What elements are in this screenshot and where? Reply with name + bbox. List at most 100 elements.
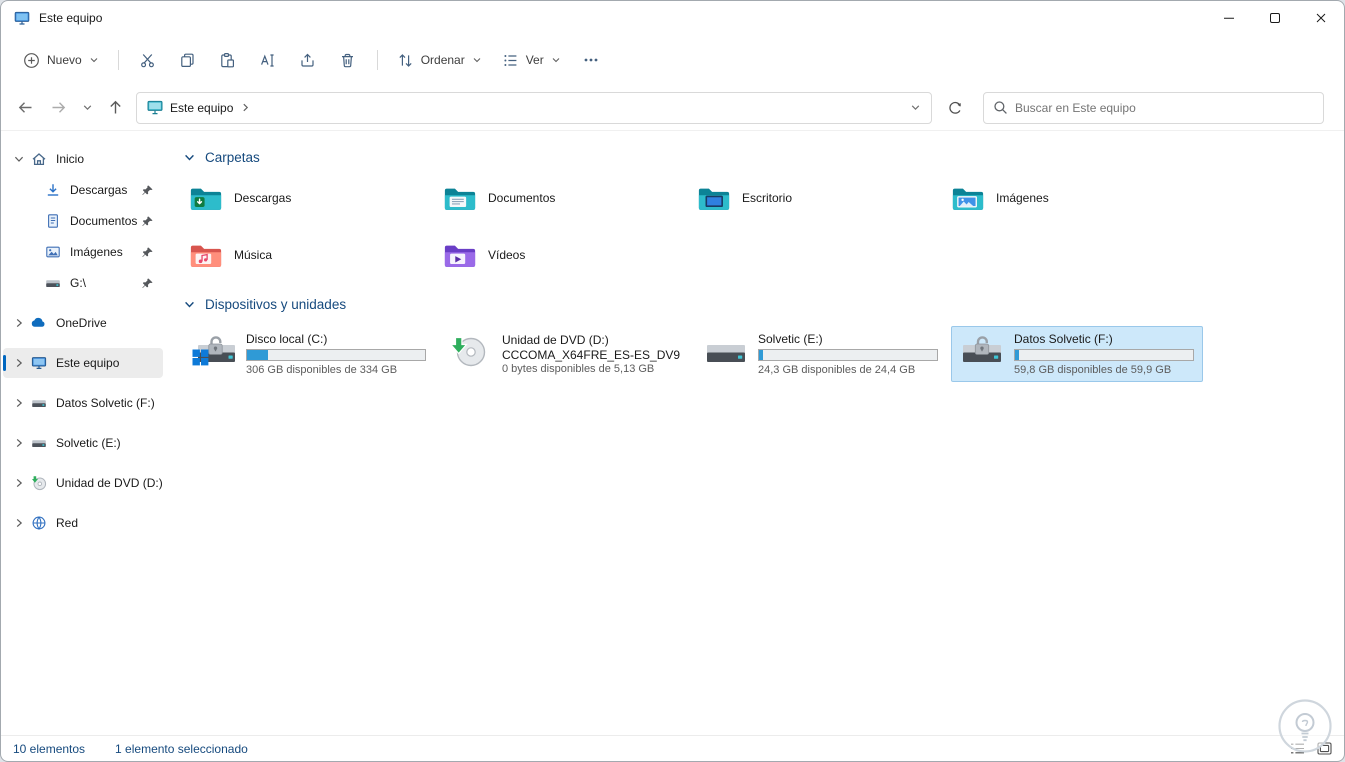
drive-volume-label: CCCOMA_X64FRE_ES-ES_DV9: [502, 348, 681, 362]
address-dropdown-chevron-icon[interactable]: [910, 102, 921, 113]
selected-count: 1 elemento seleccionado: [115, 741, 248, 756]
status-bar: 10 elementos 1 elemento seleccionado: [1, 735, 1344, 761]
folder-tile-documentos[interactable]: Documentos: [437, 179, 691, 217]
explorer-body: Inicio Descargas Documentos Imágenes G:\…: [1, 131, 1344, 735]
view-icon: [502, 52, 519, 69]
drive-tile-e[interactable]: Solvetic (E:) 24,3 GB disponibles de 24,…: [695, 326, 947, 382]
view-button[interactable]: Ver: [492, 43, 571, 77]
sidebar-item-descargas[interactable]: Descargas: [3, 175, 163, 205]
chevron-right-icon[interactable]: [9, 437, 29, 449]
videos-folder-icon: [443, 241, 477, 270]
sort-icon: [397, 52, 414, 69]
forward-button[interactable]: [42, 93, 75, 123]
chevron-right-icon[interactable]: [9, 517, 29, 529]
minimize-button[interactable]: [1206, 1, 1252, 35]
folder-tile-videos[interactable]: Vídeos: [437, 236, 691, 274]
copy-button[interactable]: [168, 43, 208, 77]
drive-name: Disco local (C:): [246, 332, 328, 346]
sidebar-item-este-equipo[interactable]: Este equipo: [3, 348, 163, 378]
back-icon: [18, 102, 32, 113]
chevron-right-icon[interactable]: [9, 397, 29, 409]
sidebar-item-imagenes[interactable]: Imágenes: [3, 237, 163, 267]
sidebar-item-label: Descargas: [70, 183, 128, 197]
pin-icon[interactable]: [141, 184, 154, 197]
folders-section-header[interactable]: Carpetas: [183, 145, 1344, 169]
sidebar-item-datos-solvetic-f[interactable]: Datos Solvetic (F:): [3, 388, 163, 418]
large-icons-view-toggle[interactable]: [1317, 742, 1332, 755]
file-list-area: Carpetas Descargas Documentos Escritorio…: [169, 131, 1344, 735]
downloads-icon: [43, 182, 62, 199]
recent-locations-button[interactable]: [75, 93, 99, 123]
folder-tile-imagenes[interactable]: Imágenes: [945, 179, 1199, 217]
chevron-right-icon[interactable]: [9, 357, 29, 369]
section-chevron-down-icon[interactable]: [183, 151, 196, 164]
window-controls: [1206, 1, 1344, 35]
home-icon: [29, 151, 48, 168]
sort-button[interactable]: Ordenar: [387, 43, 492, 77]
folder-tile-escritorio[interactable]: Escritorio: [691, 179, 945, 217]
sidebar-item-inicio[interactable]: Inicio: [3, 144, 163, 174]
rename-button[interactable]: [248, 43, 288, 77]
drive-name: Datos Solvetic (F:): [1014, 332, 1113, 346]
folder-tile-descargas[interactable]: Descargas: [183, 179, 437, 217]
documents-folder-icon: [443, 184, 477, 213]
drive-tile-c[interactable]: Disco local (C:) 306 GB disponibles de 3…: [183, 326, 435, 382]
sidebar-item-onedrive[interactable]: OneDrive: [3, 308, 163, 338]
chevron-down-icon[interactable]: [9, 153, 29, 165]
drive-free-space: 0 bytes disponibles de 5,13 GB: [502, 363, 655, 375]
up-button[interactable]: [99, 93, 132, 123]
devices-section-title: Dispositivos y unidades: [205, 296, 347, 312]
breadcrumb-segment[interactable]: Este equipo: [170, 101, 233, 115]
paste-button[interactable]: [208, 43, 248, 77]
sidebar-item-solvetic-e[interactable]: Solvetic (E:): [3, 428, 163, 458]
new-button[interactable]: Nuevo: [13, 43, 109, 77]
pin-icon[interactable]: [141, 215, 154, 228]
drive-icon: [29, 395, 48, 412]
folder-tile-musica[interactable]: Música: [183, 236, 437, 274]
pin-icon[interactable]: [141, 277, 154, 290]
sidebar-item-unidad-dvd[interactable]: Unidad de DVD (D:): [3, 468, 163, 498]
devices-section-header[interactable]: Dispositivos y unidades: [183, 292, 1344, 316]
sidebar-item-documentos[interactable]: Documentos: [3, 206, 163, 236]
downloads-folder-icon: [189, 184, 223, 213]
refresh-button[interactable]: [938, 93, 971, 123]
section-chevron-down-icon[interactable]: [183, 298, 196, 311]
sidebar-item-label: OneDrive: [56, 316, 107, 330]
maximize-button[interactable]: [1252, 1, 1298, 35]
search-input[interactable]: [1015, 100, 1314, 115]
share-button[interactable]: [288, 43, 328, 77]
drive-tile-f[interactable]: Datos Solvetic (F:) 59,8 GB disponibles …: [951, 326, 1203, 382]
file-explorer-window: Este equipo Nuevo Ordenar Ver Este equip…: [0, 0, 1345, 762]
chevron-right-icon[interactable]: [9, 317, 29, 329]
desktop-folder-icon: [697, 184, 731, 213]
forward-icon: [52, 102, 66, 113]
drive-name: Solvetic (E:): [758, 332, 823, 346]
rename-icon: [261, 53, 274, 67]
capacity-bar-fill: [759, 350, 763, 360]
details-view-toggle[interactable]: [1290, 742, 1305, 755]
capacity-bar-fill: [1015, 350, 1019, 360]
close-button[interactable]: [1298, 1, 1344, 35]
folder-name: Música: [234, 248, 273, 262]
sidebar-item-label: Este equipo: [56, 356, 120, 370]
copy-icon: [181, 53, 194, 67]
sidebar-item-red[interactable]: Red: [3, 508, 163, 538]
drive-tile-d[interactable]: Unidad de DVD (D:) CCCOMA_X64FRE_ES-ES_D…: [439, 326, 691, 382]
network-icon: [29, 515, 48, 532]
breadcrumb-chevron-icon[interactable]: [240, 102, 251, 113]
sidebar-item-label: Inicio: [56, 152, 85, 166]
dvd-drive-icon: [447, 332, 493, 370]
back-button[interactable]: [9, 93, 42, 123]
address-bar[interactable]: Este equipo: [136, 91, 932, 124]
capacity-bar-fill: [247, 350, 269, 360]
sidebar-item-g-drive[interactable]: G:\: [3, 268, 163, 298]
chevron-right-icon[interactable]: [9, 477, 29, 489]
folders-section-title: Carpetas: [205, 149, 260, 165]
delete-button[interactable]: [328, 43, 368, 77]
pin-icon[interactable]: [141, 246, 154, 259]
hard-drive-bitlocker-icon: [959, 332, 1005, 370]
toolbar-separator: [376, 50, 378, 70]
more-options-button[interactable]: [571, 43, 611, 77]
cut-button[interactable]: [128, 43, 168, 77]
devices-grid: Disco local (C:) 306 GB disponibles de 3…: [183, 326, 1344, 382]
